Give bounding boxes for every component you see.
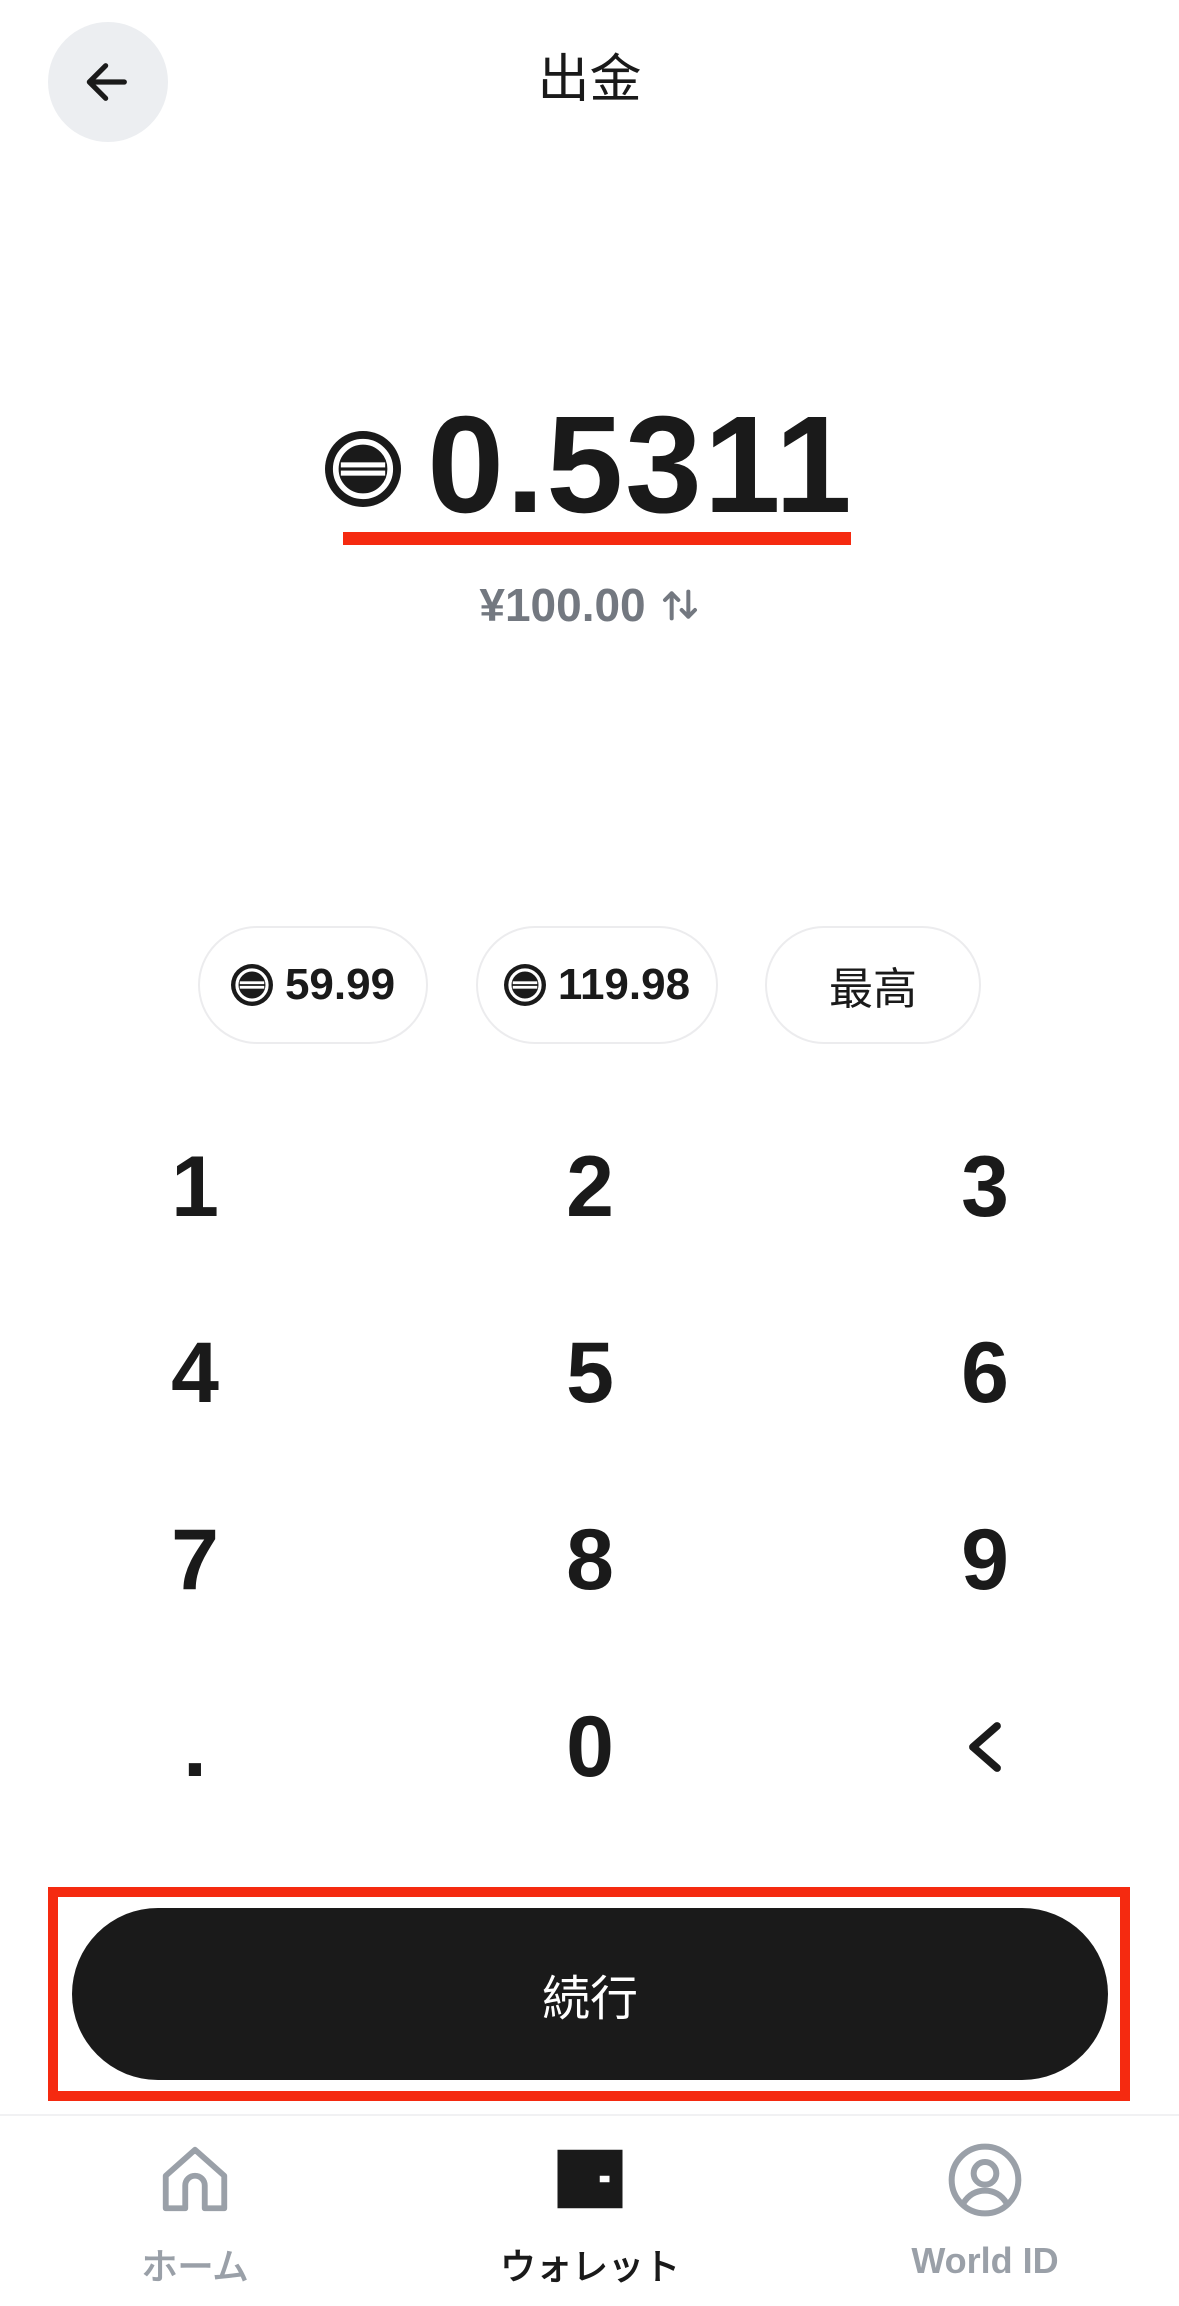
amount-display: 0.5311 [0,388,1179,542]
preset-chip-label: 59.99 [284,960,396,1009]
nav-label: World ID [911,2240,1059,2281]
nav-item-home[interactable]: ホーム [45,2140,345,2290]
fiat-toggle[interactable]: ¥100.00 [0,575,1179,635]
key-2[interactable]: 2 [440,1112,740,1262]
home-icon [162,2146,228,2212]
preset-chip-2[interactable]: 119.98 [476,926,718,1044]
key-5[interactable]: 5 [440,1298,740,1448]
amount-value: 0.5311 [427,388,854,542]
chevron-left-icon [969,1722,1001,1772]
key-decimal[interactable]: . [45,1672,345,1822]
nav-label: ホーム [141,2246,249,2287]
page-title: 出金 [537,51,642,109]
nav-item-wallet[interactable]: ウォレット [440,2140,740,2290]
nav-label: ウォレット [499,2246,680,2287]
preset-chip-max[interactable]: 最高 [765,926,981,1044]
wallet-icon [557,2149,623,2209]
worldcoin-icon [325,431,402,507]
continue-label: 続行 [541,1973,638,2026]
nav-divider [0,2114,1179,2116]
preset-chip-label: 最高 [829,965,917,1014]
key-4[interactable]: 4 [45,1298,345,1448]
swap-vertical-icon [662,589,697,621]
key-1[interactable]: 1 [45,1112,345,1262]
key-8[interactable]: 8 [440,1485,740,1635]
key-6[interactable]: 6 [835,1298,1135,1448]
amount-highlight-underline [343,532,851,545]
fiat-value: ¥100.00 [479,579,646,631]
worldcoin-icon [230,964,273,1006]
key-3[interactable]: 3 [835,1112,1135,1262]
preset-chip-label: 119.98 [557,960,691,1009]
user-circle-icon [948,2143,1022,2217]
key-7[interactable]: 7 [45,1485,345,1635]
nav-item-world-id[interactable]: World ID [835,2140,1135,2290]
preset-chip-1[interactable]: 59.99 [198,926,428,1044]
worldcoin-icon [503,964,546,1006]
key-backspace[interactable] [835,1672,1135,1822]
key-0[interactable]: 0 [440,1672,740,1822]
continue-button[interactable]: 続行 [72,1908,1108,2080]
key-9[interactable]: 9 [835,1485,1135,1635]
